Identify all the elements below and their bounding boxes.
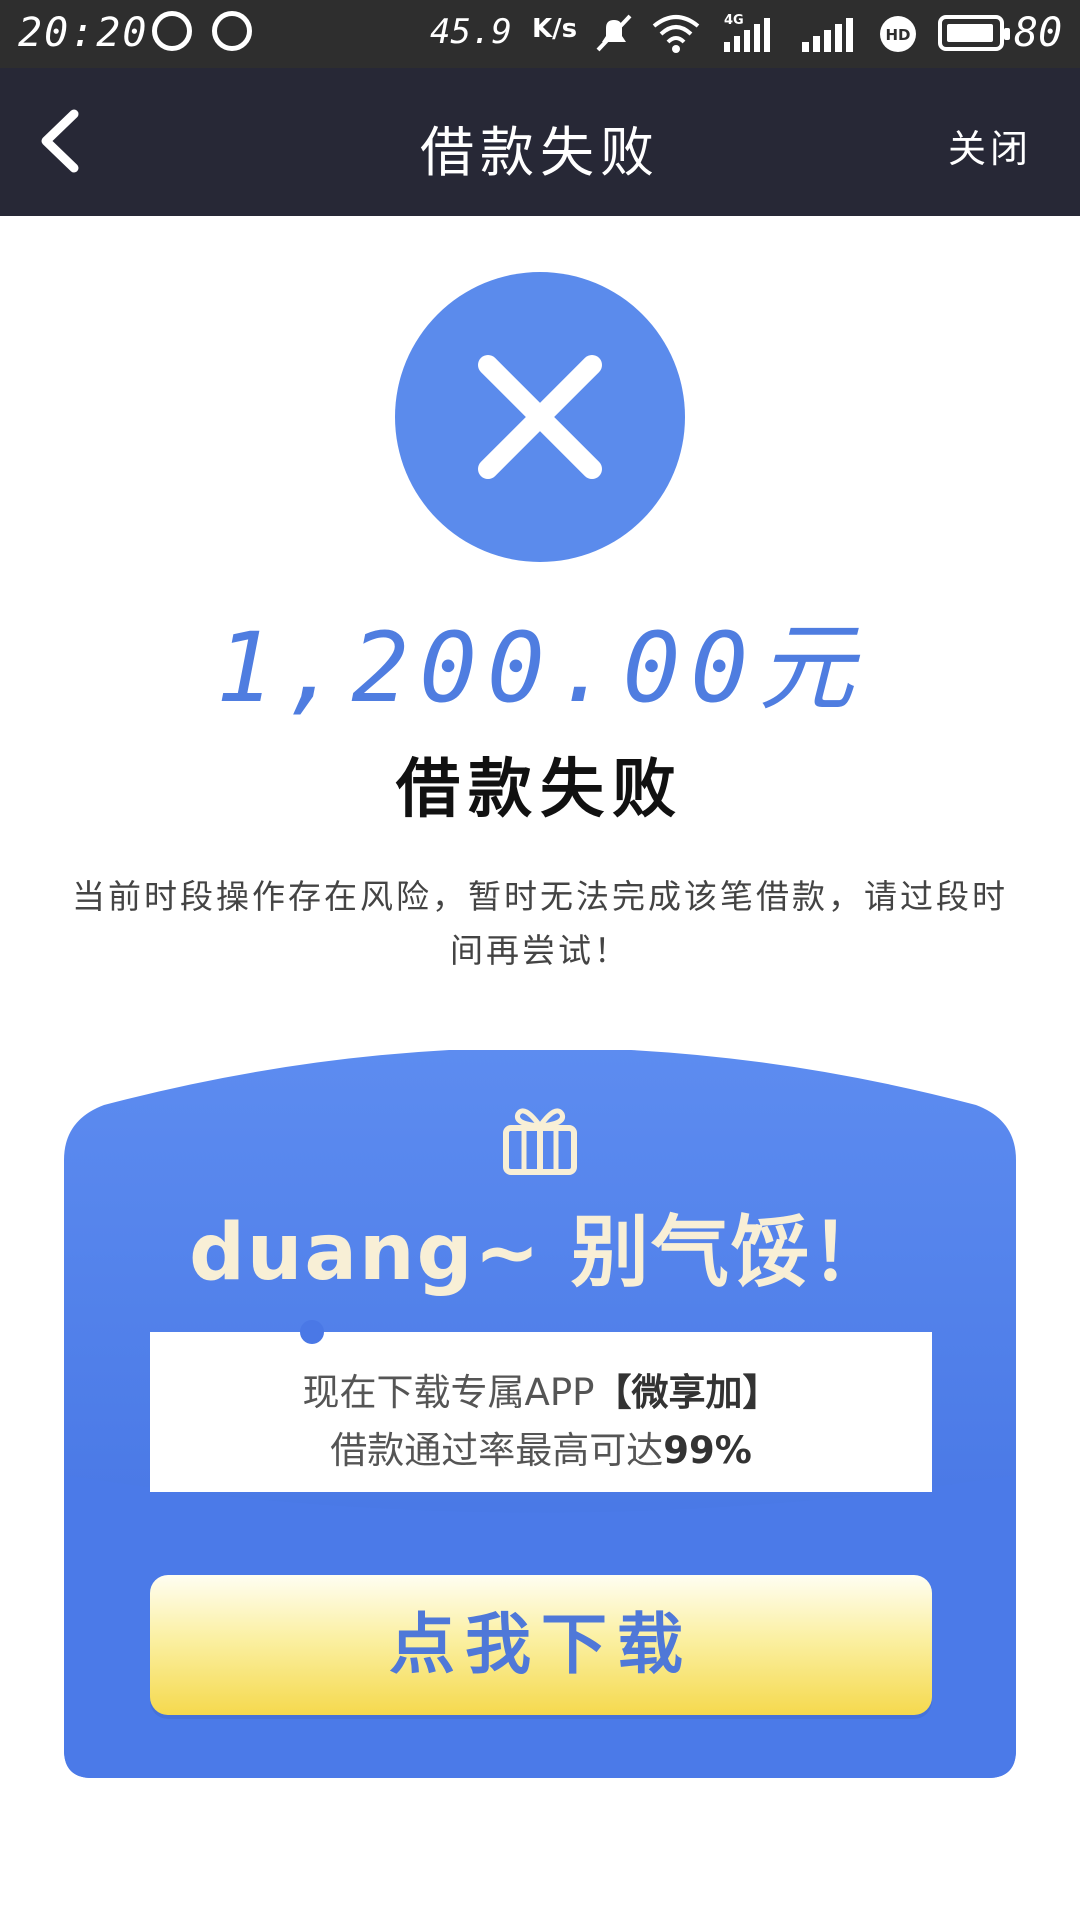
status-time: 20:20 (18, 10, 149, 56)
gift-icon (503, 1108, 577, 1175)
nav-bar: 借款失败 关闭 (0, 68, 1080, 216)
hd-label: HD (885, 26, 910, 44)
network-speed: 45.9 (430, 12, 512, 52)
close-button[interactable]: 关闭 (948, 118, 1032, 173)
status-bar: 20:20 45.9 K/s 4G HD 80 (0, 0, 1080, 68)
mute-icon (596, 14, 632, 52)
status-title: 借款失败 (396, 753, 684, 827)
close-icon (478, 355, 602, 479)
download-button[interactable]: 点我下载 (150, 1575, 932, 1715)
network-type-label: 4G (724, 13, 744, 28)
hd-icon: HD (880, 16, 916, 52)
wifi-icon (652, 15, 700, 53)
promo-line-1-text: 现在下载专属APP (302, 1371, 595, 1414)
signal-icon (802, 18, 853, 52)
signal-4g-icon: 4G (724, 13, 770, 52)
loan-amount: 1,200.00元 (215, 612, 865, 724)
promo-line-2-text: 借款通过率最高可达 (330, 1429, 664, 1472)
promo-card: duang~ 别气馁！ 现在下载专属APP【微享加】 借款通过率最高可达99% … (64, 1050, 1016, 1780)
battery-level: 80 (1014, 10, 1063, 56)
network-speed-unit: K/s (532, 14, 578, 44)
promo-approval-rate: 99% (663, 1429, 752, 1472)
promo-headline: duang~ 别气馁！ (189, 1208, 891, 1298)
promo-message-card: 现在下载专属APP【微享加】 借款通过率最高可达99% (150, 1320, 932, 1492)
page-title: 借款失败 (420, 121, 660, 184)
promo-app-name: 【微享加】 (594, 1371, 780, 1414)
check-notification-icon (212, 11, 252, 51)
fail-status-icon (395, 272, 685, 562)
status-description: 当前时段操作存在风险，暂时无法完成该笔借款，请过段时间再尝试！ (72, 877, 1008, 970)
smiley-notification-icon (152, 11, 192, 51)
battery-icon (938, 15, 1010, 51)
promo-line-2: 借款通过率最高可达99% (150, 1420, 932, 1474)
promo-line-1: 现在下载专属APP【微享加】 (150, 1362, 932, 1416)
